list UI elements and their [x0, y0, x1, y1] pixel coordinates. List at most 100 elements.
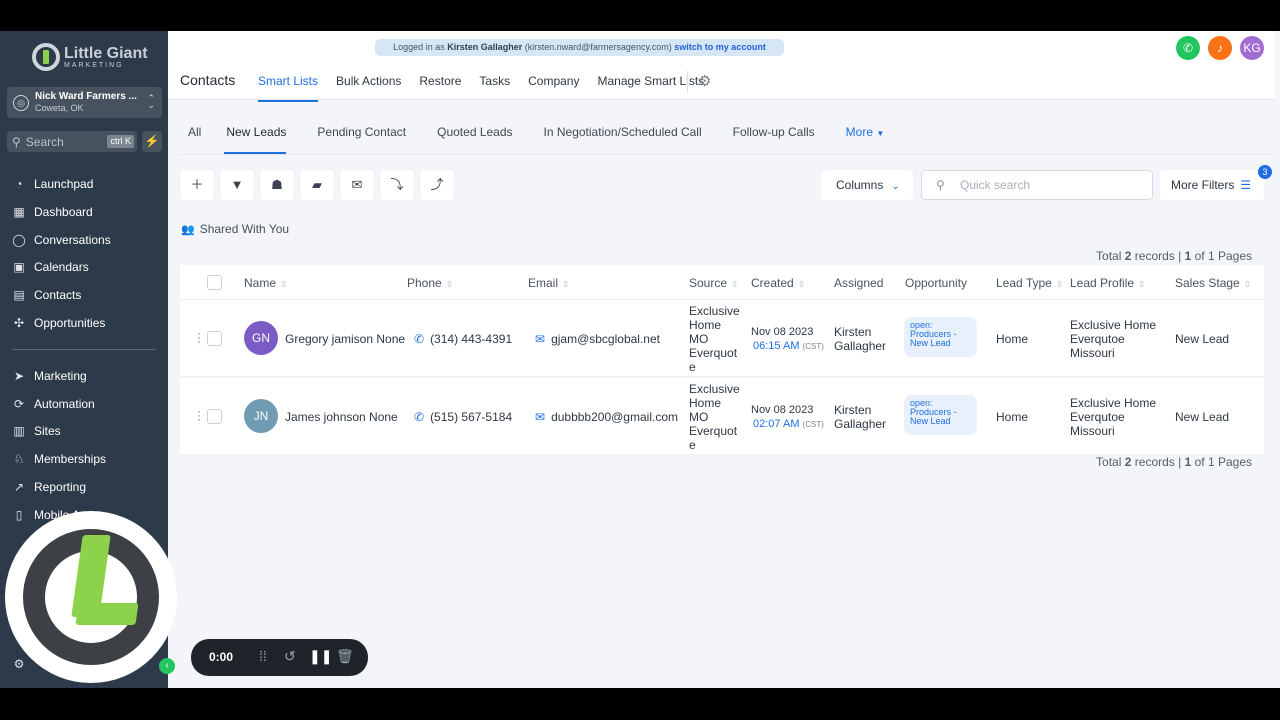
- avatar: GN: [244, 321, 278, 355]
- sidebar-item-dashboard[interactable]: ▦ Dashboard: [12, 202, 93, 222]
- sidebar-item-reporting[interactable]: ↗ Reporting: [12, 477, 86, 497]
- sort-icon: ⇳: [1243, 279, 1252, 289]
- contact-name[interactable]: James johnson None: [285, 410, 398, 424]
- list-tab-new-leads[interactable]: New Leads: [224, 113, 287, 154]
- sidebar-item-launchpad[interactable]: ◔ Launchpad: [12, 174, 93, 194]
- search-icon: ⚲: [936, 178, 945, 192]
- table-row[interactable]: · · · GN Gregory jamison None ✆ (314) 443-4…: [180, 300, 1264, 377]
- quick-action-bolt-icon[interactable]: ⚡: [142, 131, 162, 152]
- columns-button[interactable]: Columns ⌄: [821, 170, 913, 200]
- row-menu-icon[interactable]: · · ·: [197, 327, 201, 347]
- action-toolbar: ＋ ▼ ☗ ▰ ✉ ⤵ ⤴: [180, 170, 454, 200]
- sidebar-item-conversations[interactable]: ◯ Conversations: [12, 230, 110, 250]
- select-all-checkbox[interactable]: [207, 275, 222, 290]
- switch-account-link[interactable]: switch to my account: [674, 42, 766, 52]
- bell-icon[interactable]: ♪: [1208, 36, 1232, 60]
- send-email-button[interactable]: ✉: [340, 170, 374, 200]
- app-window: Little Giant MARKETING ◎ Nick Ward Farme…: [0, 31, 1280, 688]
- add-tag-button[interactable]: ⤵: [380, 170, 414, 200]
- contacts-tabs: Smart Lists Bulk Actions Restore Tasks C…: [258, 74, 722, 102]
- restart-icon[interactable]: ↺: [284, 648, 296, 665]
- col-created[interactable]: Created ⇳: [751, 276, 805, 290]
- sidebar-item-automation[interactable]: ⟳ Automation: [12, 394, 95, 414]
- sidebar-item-marketing[interactable]: ➤ Marketing: [12, 366, 87, 386]
- contact-name[interactable]: Gregory jamison None: [285, 332, 405, 346]
- automation-icon: ⟳: [13, 397, 25, 411]
- brand-logo[interactable]: Little Giant MARKETING: [32, 43, 148, 71]
- more-lists-dropdown[interactable]: More ▼: [838, 113, 885, 154]
- logo-icon: [32, 43, 60, 71]
- shortcut-badge: ctrl K: [107, 135, 134, 148]
- tab-manage-smart-lists[interactable]: Manage Smart Lists: [597, 74, 704, 102]
- contact-email[interactable]: ✉ gjam@sbcglobal.net: [535, 332, 660, 346]
- pagination-summary-top: Total 2 records | 1 of 1 Pages: [1096, 249, 1252, 263]
- send-sms-button[interactable]: ▰: [300, 170, 334, 200]
- pause-icon[interactable]: ❚❚: [309, 648, 332, 665]
- sidebar-item-memberships[interactable]: ♘ Memberships: [12, 449, 106, 469]
- col-sales-stage[interactable]: Sales Stage ⇳: [1175, 276, 1251, 290]
- list-tab-pending-contact[interactable]: Pending Contact: [309, 113, 406, 154]
- tab-restore[interactable]: Restore: [419, 74, 461, 102]
- settings-gear-icon[interactable]: ⚙: [698, 72, 711, 90]
- user-avatar[interactable]: KG: [1240, 36, 1264, 60]
- more-filters-button[interactable]: More Filters ☰: [1160, 170, 1264, 200]
- filter-button[interactable]: ▼: [220, 170, 254, 200]
- pagination-summary-bottom: Total 2 records | 1 of 1 Pages: [1096, 455, 1252, 469]
- presenter-logo-overlay: [5, 511, 177, 683]
- account-name: Nick Ward Farmers ...: [35, 91, 137, 102]
- add-contact-button[interactable]: ＋: [180, 170, 214, 200]
- col-opportunity[interactable]: Opportunity: [905, 276, 967, 290]
- sidebar-item-label: Dashboard: [34, 205, 93, 219]
- col-phone[interactable]: Phone ⇳: [407, 276, 453, 290]
- contact-source: Exclusive Home MO Everquot e: [689, 382, 740, 452]
- row-menu-icon[interactable]: · · ·: [197, 405, 201, 425]
- collapse-sidebar-button[interactable]: ‹: [159, 658, 175, 674]
- col-email[interactable]: Email ⇳: [528, 276, 570, 290]
- contacts-icon: ▤: [13, 288, 25, 302]
- smart-list-tabs: All New Leads Pending Contact Quoted Lea…: [180, 113, 1275, 155]
- remove-tag-button[interactable]: ⤴: [420, 170, 454, 200]
- table-row[interactable]: · · · JN James johnson None ✆ (515) 567-518…: [180, 378, 1264, 455]
- tab-smart-lists[interactable]: Smart Lists: [258, 74, 319, 102]
- quick-search-input[interactable]: ⚲ Quick search: [921, 170, 1153, 200]
- sidebar-item-opportunities[interactable]: ✣ Opportunities: [12, 313, 105, 333]
- opportunity-badge[interactable]: open: Producers - New Lead: [904, 317, 977, 357]
- brand-tagline: MARKETING: [64, 61, 124, 69]
- list-tab-quoted-leads[interactable]: Quoted Leads: [429, 113, 512, 154]
- sidebar-search[interactable]: ⚲ Search ctrl K: [7, 131, 137, 152]
- contact-phone[interactable]: ✆ (314) 443-4391: [414, 332, 512, 346]
- more-label: More: [845, 125, 874, 139]
- list-tab-all[interactable]: All: [180, 113, 201, 154]
- trash-icon[interactable]: 🗑: [336, 648, 354, 665]
- sidebar-item-contacts[interactable]: ▤ Contacts: [12, 285, 81, 305]
- account-switcher[interactable]: ◎ Nick Ward Farmers ... Coweta, OK ⌃ ⌄: [7, 87, 162, 118]
- list-tab-follow-up-calls[interactable]: Follow-up Calls: [725, 113, 815, 154]
- tab-tasks[interactable]: Tasks: [479, 74, 510, 102]
- phone-icon[interactable]: ✆: [1176, 36, 1200, 60]
- col-lead-type[interactable]: Lead Type ⇳: [996, 276, 1063, 290]
- contact-assigned: Kirsten Gallagher: [834, 325, 887, 353]
- sidebar-item-sites[interactable]: ▥ Sites: [12, 421, 61, 441]
- automation-bot-button[interactable]: ☗: [260, 170, 294, 200]
- contact-phone[interactable]: ✆ (515) 567-5184: [414, 410, 512, 424]
- col-source[interactable]: Source ⇳: [689, 276, 739, 290]
- shared-with-you[interactable]: 👥 Shared With You: [181, 222, 294, 236]
- users-icon: 👥: [181, 224, 195, 236]
- list-tab-in-negotiation[interactable]: In Negotiation/Scheduled Call: [536, 113, 702, 154]
- tab-company[interactable]: Company: [528, 74, 579, 102]
- opportunity-badge[interactable]: open: Producers - New Lead: [904, 395, 977, 435]
- row-checkbox[interactable]: [207, 331, 222, 346]
- col-name[interactable]: Name ⇳: [244, 276, 288, 290]
- tab-bulk-actions[interactable]: Bulk Actions: [336, 74, 401, 102]
- contact-source: Exclusive Home MO Everquot e: [689, 304, 740, 374]
- quick-search-placeholder: Quick search: [960, 178, 1031, 192]
- sidebar-item-calendars[interactable]: ▣ Calendars: [12, 257, 88, 277]
- row-checkbox[interactable]: [207, 409, 222, 424]
- sidebar-item-label: Sites: [34, 424, 61, 438]
- filter-count-badge: 3: [1258, 165, 1272, 179]
- contact-email[interactable]: ✉ dubbbb200@gmail.com: [535, 410, 678, 424]
- col-assigned[interactable]: Assigned: [834, 276, 883, 290]
- col-lead-profile[interactable]: Lead Profile ⇳: [1070, 276, 1146, 290]
- grid-icon[interactable]: ⁞⁞: [259, 648, 267, 664]
- sidebar-item-settings[interactable]: ⚙: [12, 654, 26, 674]
